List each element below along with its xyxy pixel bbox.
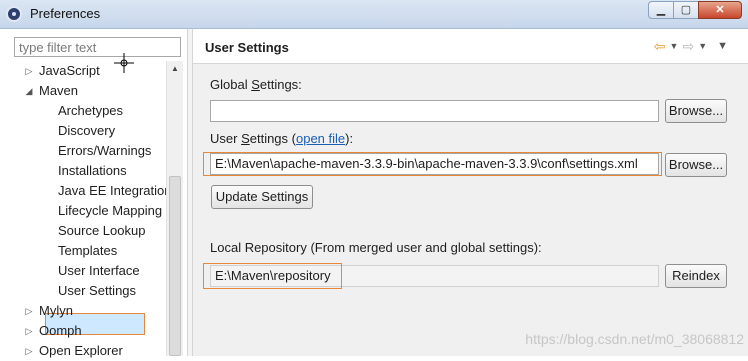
- tree-item-label: Templates: [58, 243, 118, 258]
- tree-item[interactable]: User Interface: [58, 261, 140, 281]
- minimize-button[interactable]: ▁: [648, 1, 674, 19]
- user-browse-button[interactable]: Browse...: [665, 153, 727, 177]
- tree-item[interactable]: Archetypes: [58, 101, 123, 121]
- page-navigation: ⇦ ▼ ⇨ ▼ ▼: [650, 37, 728, 55]
- expand-arrow-icon[interactable]: ▷: [24, 61, 34, 81]
- user-settings-label: User Settings (open file):: [210, 131, 354, 146]
- maximize-button[interactable]: ▢: [673, 1, 699, 19]
- tree-item[interactable]: Errors/Warnings: [58, 141, 151, 161]
- tree-item-label: Java EE Integration: [58, 183, 172, 198]
- tree-item-label: Errors/Warnings: [58, 143, 152, 158]
- tree-item[interactable]: Java EE Integration: [58, 181, 171, 201]
- back-dropdown-icon[interactable]: ▼: [670, 37, 679, 55]
- forward-arrow-icon[interactable]: ⇨: [682, 37, 694, 55]
- tree-item[interactable]: ▷ Oomph: [26, 321, 82, 341]
- scroll-thumb[interactable]: [169, 176, 181, 356]
- tree-item-label: Archetypes: [58, 103, 124, 118]
- tree-item-label: Oomph: [39, 323, 82, 338]
- eclipse-icon: [6, 6, 22, 22]
- forward-dropdown-icon[interactable]: ▼: [698, 37, 707, 55]
- global-settings-label: Global Settings:: [210, 77, 302, 92]
- view-menu-icon[interactable]: ▼: [717, 37, 728, 55]
- tree-item-label: Maven: [39, 83, 79, 98]
- tree-item[interactable]: Templates: [58, 241, 117, 261]
- reindex-button[interactable]: Reindex: [665, 264, 727, 288]
- tree-item-label: Installations: [58, 163, 127, 178]
- window-title: Preferences: [30, 6, 101, 21]
- collapse-arrow-icon[interactable]: ◢: [24, 81, 34, 101]
- page-title: User Settings: [205, 40, 289, 55]
- tree-item-label: JavaScript: [39, 63, 100, 78]
- watermark-text: https://blog.csdn.net/m0_38068812: [525, 331, 744, 347]
- back-arrow-icon[interactable]: ⇦: [654, 37, 666, 55]
- minimize-icon: ▁: [656, 3, 666, 16]
- global-browse-button[interactable]: Browse...: [665, 99, 727, 123]
- open-file-link[interactable]: open file: [296, 131, 345, 146]
- close-button[interactable]: ✕: [698, 1, 742, 19]
- global-settings-field[interactable]: [210, 100, 659, 122]
- tree-item[interactable]: User Settings: [58, 281, 136, 301]
- tree-item[interactable]: Lifecycle Mapping: [58, 201, 162, 221]
- tree-item-label: Source Lookup: [58, 223, 146, 238]
- tree-item[interactable]: ▷ Mylyn: [26, 301, 73, 321]
- update-settings-button[interactable]: Update Settings: [211, 185, 313, 209]
- filter-input[interactable]: [14, 37, 181, 57]
- tree-item[interactable]: Installations: [58, 161, 127, 181]
- title-bar: Preferences ▁ ▢ ✕: [0, 0, 748, 29]
- crosshair-cursor-icon: [114, 53, 134, 73]
- expand-arrow-icon[interactable]: ▷: [24, 341, 34, 361]
- user-settings-highlight: [203, 152, 662, 176]
- expand-arrow-icon[interactable]: ▷: [24, 301, 34, 321]
- preference-tree-panel: ▷ JavaScript ◢ Maven Archetypes Discovery Erro…: [0, 29, 186, 358]
- local-repository-label: Local Repository (From merged user and g…: [210, 240, 542, 255]
- tree-item-label: Mylyn: [39, 303, 73, 318]
- tree-item-label: Discovery: [58, 123, 116, 138]
- maximize-icon: ▢: [680, 3, 692, 16]
- tree-item-label: Lifecycle Mapping: [58, 203, 163, 218]
- tree-item-label: User Settings: [58, 283, 137, 298]
- tree-item[interactable]: Discovery: [58, 121, 115, 141]
- tree-scrollbar[interactable]: ▲: [166, 61, 183, 356]
- tree-item[interactable]: Source Lookup: [58, 221, 145, 241]
- tree-item[interactable]: ◢ Maven: [26, 81, 79, 101]
- tree-item[interactable]: ▷ Open Explorer: [26, 341, 123, 361]
- tree-item-label: User Interface: [58, 263, 140, 278]
- preference-page: User Settings ⇦ ▼ ⇨ ▼ ▼ Global Settings:…: [193, 29, 748, 356]
- page-header: User Settings ⇦ ▼ ⇨ ▼ ▼: [193, 29, 748, 64]
- tree-item[interactable]: ▷ JavaScript: [26, 61, 100, 81]
- expand-arrow-icon[interactable]: ▷: [24, 321, 34, 341]
- scroll-up-icon[interactable]: ▲: [167, 61, 183, 77]
- local-repository-highlight: [203, 263, 342, 289]
- close-icon: ✕: [715, 3, 725, 16]
- window-controls: ▁ ▢ ✕: [648, 1, 742, 19]
